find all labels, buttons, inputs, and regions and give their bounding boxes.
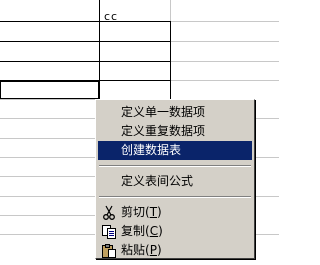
copy-icon <box>101 224 117 240</box>
menu-item-define-repeat-item[interactable]: 定义重复数据项 <box>98 122 252 141</box>
scissors-icon <box>101 205 117 221</box>
menu-item-label: 复制 <box>121 224 146 238</box>
menu-item-label: 剪切 <box>121 205 146 219</box>
menu-item-label: 创建数据表 <box>121 143 182 157</box>
menu-item-label: 定义单一数据项 <box>121 105 206 119</box>
context-menu: 定义单一数据项 定义重复数据项 创建数据表 定义表间公式 剪切(T) 复制(C)… <box>95 99 255 259</box>
menu-item-hotkey: P <box>149 243 157 257</box>
menu-item-label: 定义表间公式 <box>121 174 194 188</box>
cell-value: cc <box>104 10 119 23</box>
menu-item-copy[interactable]: 复制(C) <box>98 222 252 241</box>
menu-separator <box>99 165 251 167</box>
menu-item-label: 粘贴 <box>121 243 146 257</box>
menu-item-cut[interactable]: 剪切(T) <box>98 203 252 222</box>
paste-icon <box>101 243 117 259</box>
menu-item-define-single-item[interactable]: 定义单一数据项 <box>98 103 252 122</box>
menu-item-create-data-table[interactable]: 创建数据表 <box>98 141 252 160</box>
menu-item-label: 定义重复数据项 <box>121 124 206 138</box>
menu-item-define-table-formula[interactable]: 定义表间公式 <box>98 172 252 191</box>
menu-item-hotkey: C <box>149 224 159 238</box>
menu-item-hotkey: T <box>149 205 158 219</box>
menu-separator <box>99 196 251 198</box>
